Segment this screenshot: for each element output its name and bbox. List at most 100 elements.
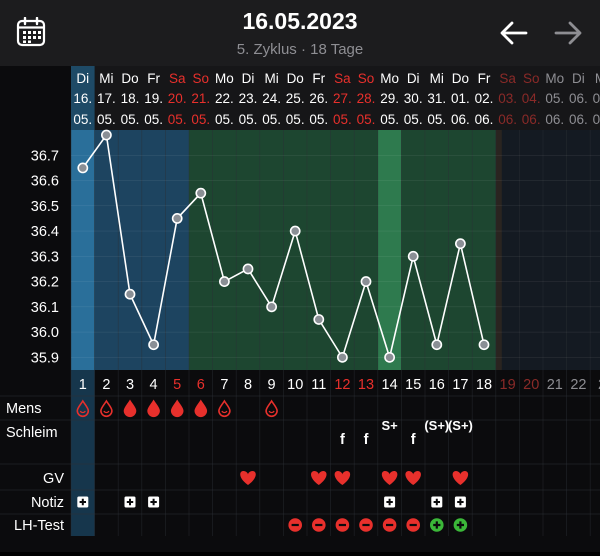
date-header-m: 05.: [427, 112, 446, 127]
note-icon[interactable]: [384, 496, 396, 508]
date-header-m: 06.: [522, 112, 541, 127]
temperature-point[interactable]: [101, 129, 112, 141]
lh-positive-icon[interactable]: [430, 518, 444, 532]
date-header-d: 23.: [239, 91, 258, 106]
date-header-m: 05.: [73, 112, 92, 127]
date-header-wd: Mi: [264, 71, 278, 86]
date-header-d: 24.: [262, 91, 281, 106]
temperature-point[interactable]: [148, 339, 159, 351]
cycle-day-label: 7: [220, 377, 228, 393]
date-header-m: 06.: [475, 112, 494, 127]
date-header-d: 27.: [333, 91, 352, 106]
temperature-point[interactable]: [77, 162, 89, 174]
mucus-marker: (S+): [448, 418, 473, 433]
date-header-m: 05.: [333, 112, 352, 127]
arrow-left-icon[interactable]: [498, 19, 530, 47]
note-icon[interactable]: [431, 496, 443, 508]
row-label-schleim: Schleim: [6, 425, 58, 441]
date-header-m: 05.: [191, 112, 210, 127]
y-tick-label: 36.7: [31, 148, 59, 164]
lh-negative-icon[interactable]: [312, 518, 326, 532]
lh-positive-icon[interactable]: [453, 518, 468, 532]
selected-day-column: [71, 370, 95, 536]
y-tick-label: 36.4: [31, 224, 59, 240]
temperature-point[interactable]: [360, 276, 372, 287]
date-header-m: 06.: [498, 112, 517, 127]
cycle-day-label: 6: [197, 377, 205, 393]
temperature-point[interactable]: [407, 250, 419, 262]
date-header-d: 01.: [451, 91, 470, 106]
temperature-point[interactable]: [384, 351, 395, 363]
date-header-d: 05.: [545, 91, 564, 106]
date-header-m: 05.: [262, 112, 281, 127]
date-header-m: 06.: [451, 112, 470, 127]
date-header-d: 30.: [404, 91, 423, 106]
date-header-wd: Do: [452, 71, 469, 86]
date-header-wd: Mo: [545, 71, 564, 86]
lh-negative-icon[interactable]: [335, 518, 350, 532]
lh-negative-icon[interactable]: [406, 518, 420, 532]
temperature-point[interactable]: [242, 263, 254, 275]
temperature-point[interactable]: [218, 276, 230, 287]
date-header-m: 05.: [168, 112, 187, 127]
date-header-wd: Mo: [380, 71, 399, 86]
date-header-d: 22.: [215, 91, 234, 106]
date-header-wd: Di: [572, 71, 585, 86]
date-header-wd: Mi: [430, 71, 444, 86]
date-header-m: 05.: [144, 112, 163, 127]
date-header-wd: So: [358, 71, 375, 86]
lh-negative-icon[interactable]: [359, 518, 373, 532]
cycle-day-label: 11: [311, 377, 326, 393]
temperature-point[interactable]: [171, 213, 183, 224]
date-header-wd: Sa: [334, 71, 351, 86]
date-header-d: 04.: [522, 91, 541, 106]
cycle-day-label: 21: [547, 377, 563, 393]
lh-negative-icon[interactable]: [382, 518, 397, 532]
temperature-point[interactable]: [266, 301, 277, 313]
date-header-wd: So: [523, 71, 540, 86]
date-header-m: 05.: [286, 112, 305, 127]
temperature-point[interactable]: [124, 288, 136, 300]
date-header-d: 28.: [357, 91, 376, 106]
temperature-point[interactable]: [313, 314, 325, 325]
date-header-m: 05.: [121, 112, 140, 127]
temperature-point[interactable]: [478, 339, 490, 351]
cycle-day-label: 2: [102, 377, 110, 393]
bottom-bar: [0, 552, 600, 556]
date-header-m: 05.: [239, 112, 258, 127]
cycle-day-label: 15: [405, 377, 421, 393]
note-icon[interactable]: [77, 496, 89, 508]
date-header-m: 05.: [309, 112, 328, 127]
lh-negative-icon[interactable]: [288, 518, 302, 532]
mucus-marker: f: [340, 432, 345, 448]
cycle-day-label: 5: [173, 377, 181, 393]
date-header-m: 05.: [215, 112, 234, 127]
temperature-point[interactable]: [289, 225, 301, 237]
app-header: 16.05.2023 5. Zyklus · 18 Tage: [0, 0, 600, 66]
y-tick-label: 36.6: [31, 174, 59, 190]
temperature-point[interactable]: [454, 238, 466, 250]
temperature-point[interactable]: [336, 351, 348, 363]
cycle-day-label: 22: [570, 377, 586, 393]
arrow-right-icon[interactable]: [552, 19, 584, 47]
mucus-marker: S+: [381, 418, 398, 433]
date-header-wd: Do: [121, 71, 138, 86]
temperature-point[interactable]: [195, 187, 207, 199]
cycle-day-label: 3: [126, 377, 134, 393]
cycle-day-label: 18: [476, 377, 492, 393]
note-icon[interactable]: [454, 496, 466, 508]
date-header-d: 25.: [286, 91, 305, 106]
temperature-point[interactable]: [431, 339, 443, 351]
date-header-d: 31.: [427, 91, 446, 106]
phase-band-peak: [377, 130, 402, 370]
date-header-m: 05.: [357, 112, 376, 127]
y-tick-label: 36.0: [31, 325, 59, 341]
note-icon[interactable]: [148, 496, 160, 508]
cycle-day-label: 19: [500, 377, 516, 393]
y-tick-label: 36.1: [31, 300, 59, 316]
future-area: [495, 130, 600, 370]
date-header-wd: Sa: [169, 71, 186, 86]
date-header-d: 19.: [144, 91, 163, 106]
note-icon[interactable]: [124, 496, 136, 508]
date-header-wd: Fr: [478, 71, 491, 86]
